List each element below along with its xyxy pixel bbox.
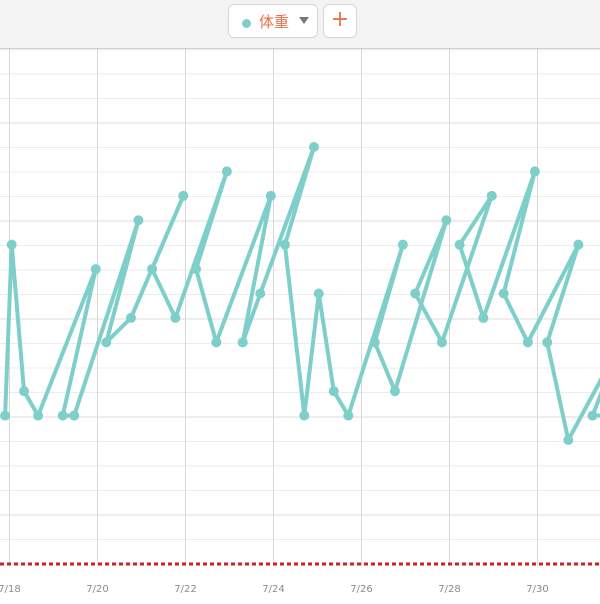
add-series-button[interactable]: + — [323, 4, 357, 38]
data-point — [279, 239, 290, 250]
data-point — [147, 264, 158, 275]
data-point — [191, 264, 202, 275]
data-point — [170, 312, 181, 323]
data-point — [542, 337, 553, 348]
data-point — [478, 312, 489, 323]
data-point — [90, 264, 101, 275]
data-point — [0, 410, 11, 421]
data-point — [101, 337, 112, 348]
series-line — [3, 145, 600, 442]
data-point — [265, 190, 276, 201]
data-point — [498, 288, 509, 299]
data-point — [57, 410, 68, 421]
series-color-dot — [242, 19, 251, 28]
line-chart: 7/18 7/20 7/22 7/24 7/26 7/28 7/30 — [0, 49, 600, 600]
chart-svg: 7/18 7/20 7/22 7/24 7/26 7/28 7/30 — [0, 49, 600, 595]
series-selector[interactable]: 体重 — [228, 4, 318, 38]
data-point — [19, 386, 30, 397]
data-point — [529, 166, 540, 177]
chart-toolbar: 体重 + — [0, 0, 600, 49]
data-point — [563, 435, 574, 445]
data-point — [299, 410, 310, 421]
x-tick-label: 7/20 — [86, 584, 108, 595]
data-point — [397, 239, 408, 250]
data-point — [125, 312, 136, 323]
x-tick-label: 7/22 — [174, 584, 196, 595]
data-point — [343, 410, 354, 421]
x-tick-label: 7/24 — [262, 584, 284, 595]
x-tick-label: 7/30 — [526, 584, 548, 595]
data-point — [308, 142, 319, 152]
data-point — [69, 410, 80, 421]
data-point — [33, 410, 44, 421]
data-point — [133, 215, 144, 226]
data-point — [389, 386, 400, 397]
data-point — [6, 239, 17, 250]
data-point — [522, 337, 533, 348]
data-point — [587, 410, 598, 421]
data-point — [486, 190, 497, 201]
data-point — [211, 337, 222, 348]
data-point — [221, 166, 232, 177]
data-point — [437, 337, 448, 348]
data-point — [573, 239, 584, 250]
series-selector-label: 体重 — [259, 13, 290, 31]
x-tick-label: 7/26 — [350, 584, 372, 595]
x-tick-label: 7/18 — [0, 584, 21, 595]
chevron-down-icon — [299, 17, 309, 24]
x-tick-label: 7/28 — [438, 584, 460, 595]
data-point — [178, 190, 189, 201]
data-point — [328, 386, 339, 397]
data-point — [313, 288, 324, 299]
data-point — [369, 337, 380, 348]
data-point — [454, 239, 465, 250]
data-point — [237, 337, 248, 348]
data-point — [441, 215, 452, 226]
data-point — [255, 288, 266, 299]
data-point — [410, 288, 421, 299]
